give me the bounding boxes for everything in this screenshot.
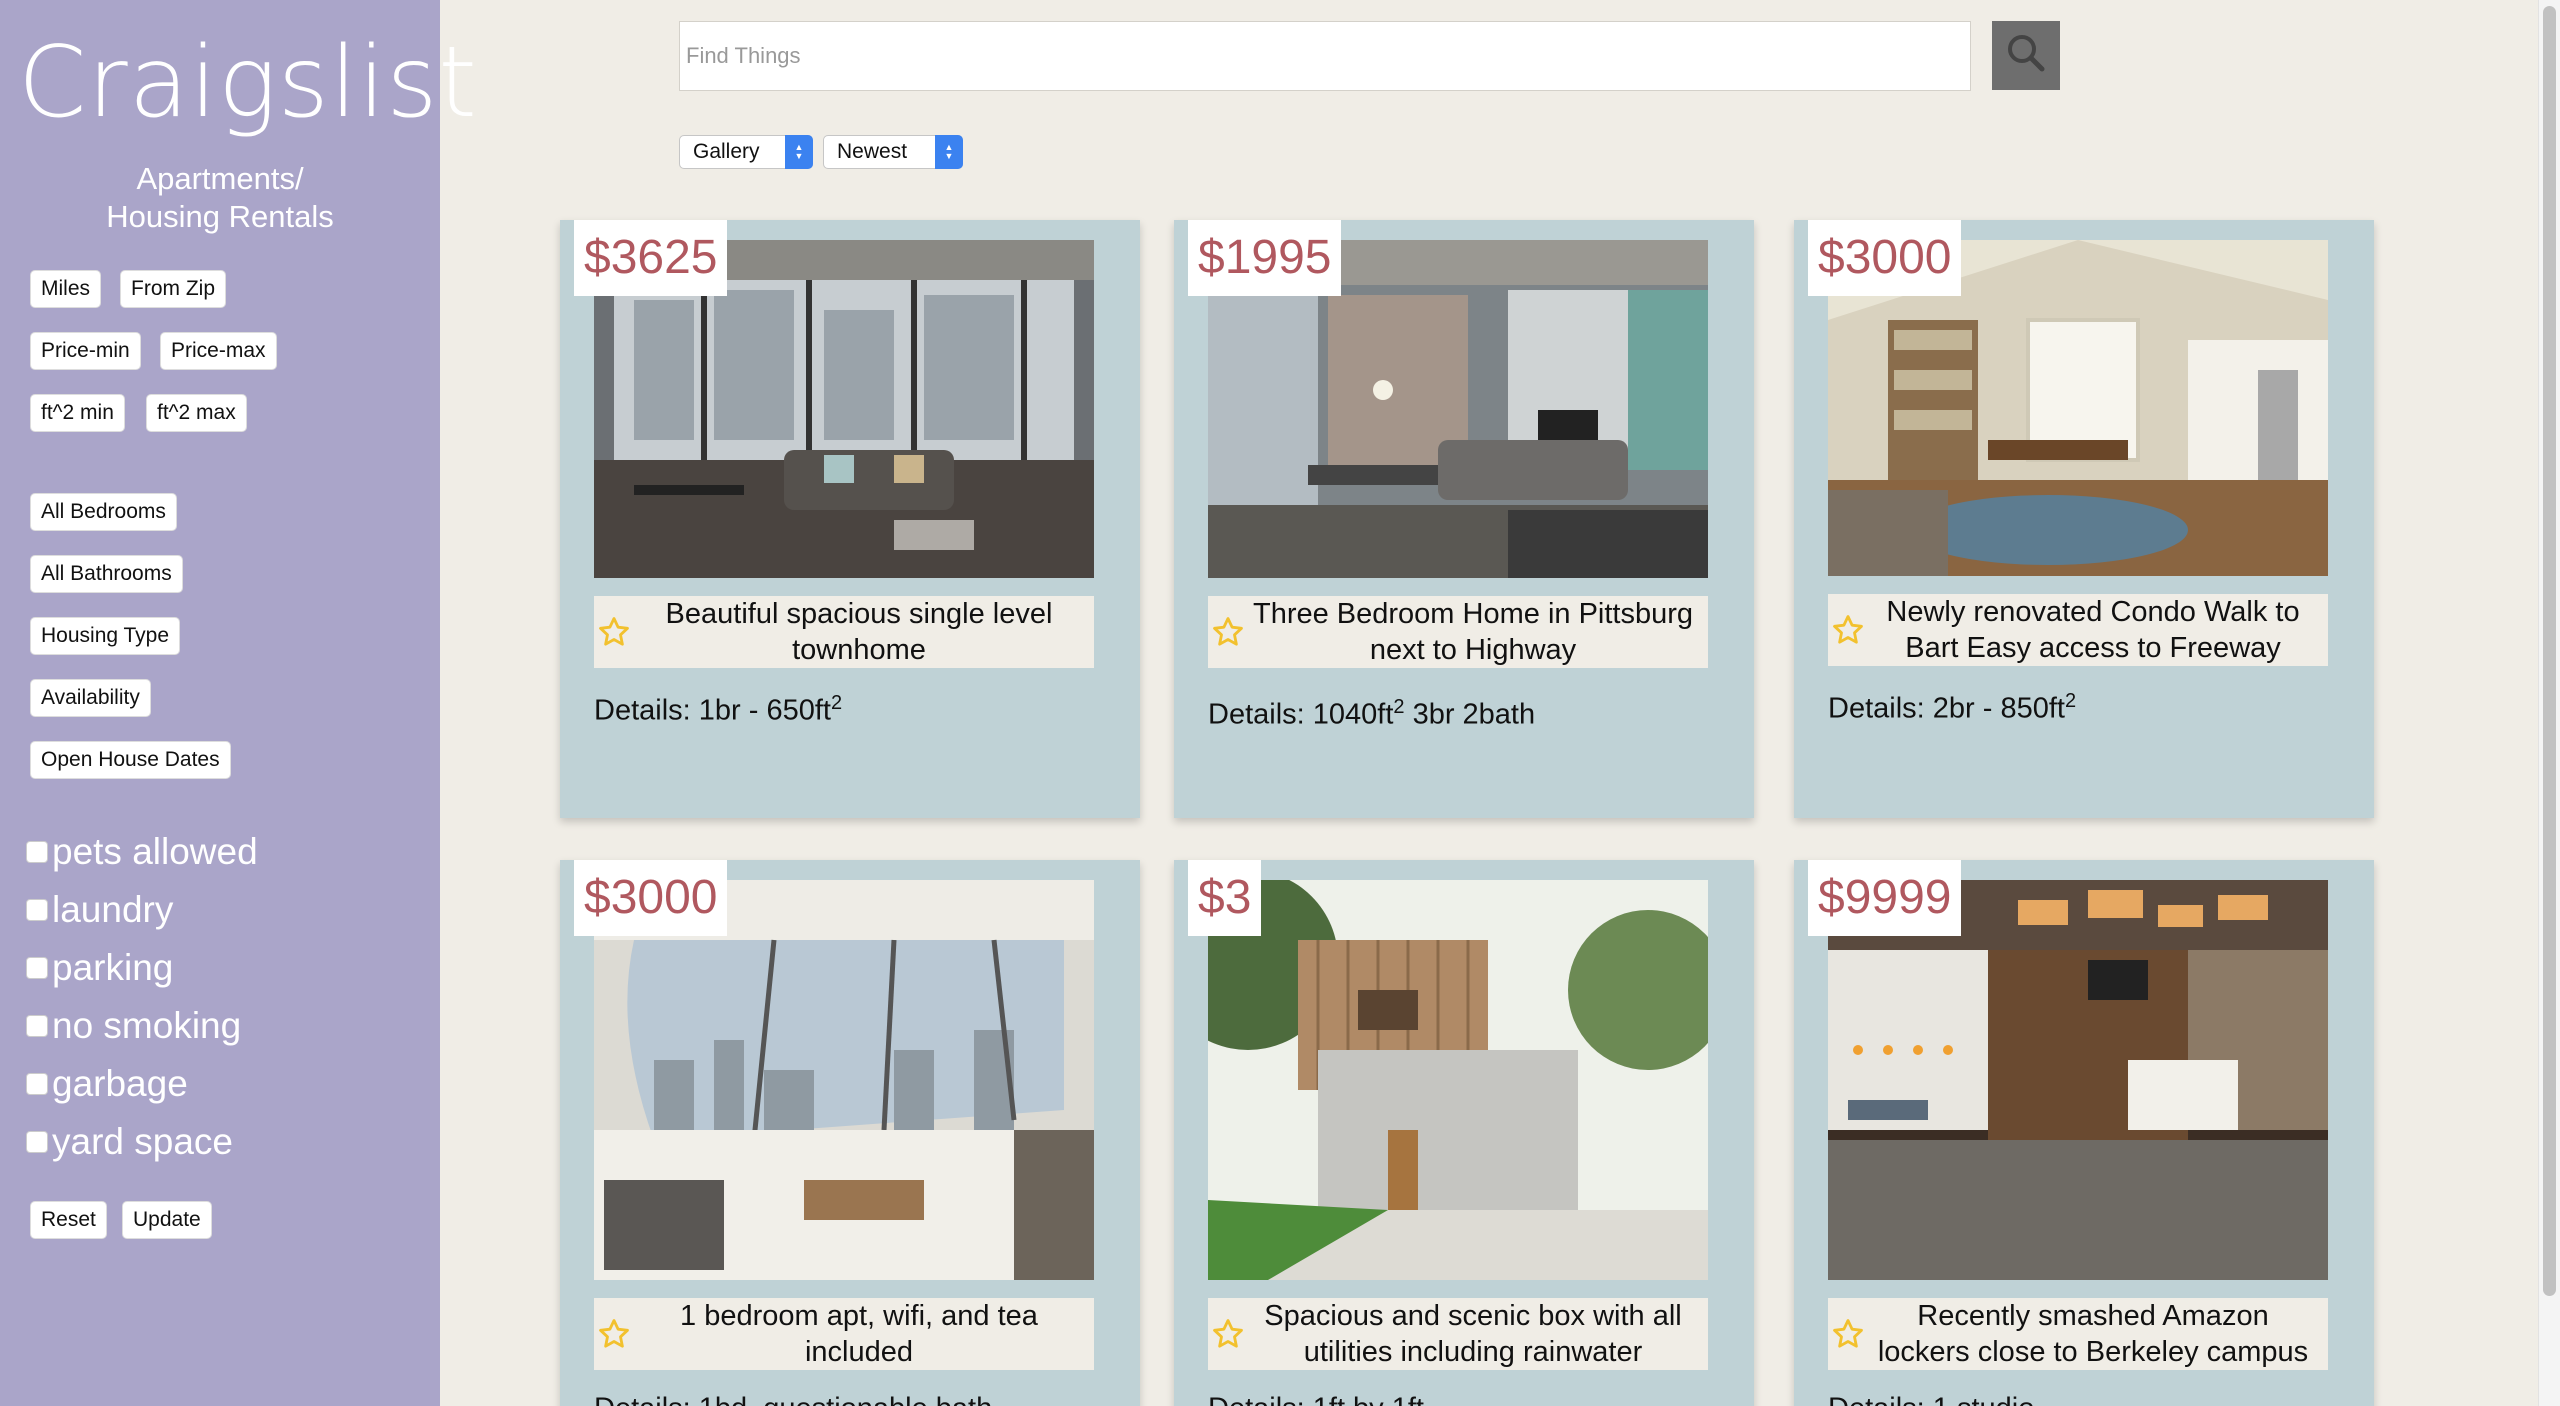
listing-price: $9999: [1808, 860, 1962, 936]
listing-title[interactable]: Three Bedroom Home in Pittsburg next to …: [1248, 596, 1708, 668]
listing-price: $1995: [1188, 220, 1342, 296]
category-line-1: Apartments/: [136, 161, 304, 196]
details-superscript: 2: [1393, 696, 1405, 718]
view-select-value: Gallery: [693, 140, 760, 163]
sqft-max-button[interactable]: ft^2 max: [146, 394, 247, 432]
details-text: Details: 1040ft: [1208, 698, 1394, 731]
details-superscript: 2: [2064, 690, 2077, 712]
listing-details: Details: 2br - 850ft2: [1828, 690, 2076, 726]
open-house-dates-button[interactable]: Open House Dates: [30, 741, 231, 779]
search-input[interactable]: Find Things: [679, 21, 1971, 91]
listing-details: Details: 1bd, questionable bath: [594, 1390, 992, 1406]
checkbox[interactable]: [26, 957, 48, 979]
listing-details: Details: 1040ft2 3br 2bath: [1208, 696, 1535, 732]
listing-price: $3625: [574, 220, 728, 296]
checkbox-laundry[interactable]: laundry: [26, 885, 173, 935]
checkbox-label: pets allowed: [52, 831, 258, 872]
listing-card[interactable]: $3625 Beautiful spacious single level to…: [560, 220, 1140, 818]
price-max-button[interactable]: Price-max: [160, 332, 277, 370]
listing-title[interactable]: Beautiful spacious single level townhome: [634, 596, 1094, 668]
details-text: Details: 2br - 850ft: [1828, 692, 2065, 725]
details-text: Details: 1 studio: [1828, 1393, 2034, 1406]
favorite-star-icon[interactable]: [1208, 615, 1248, 649]
listing-price: $3000: [1808, 220, 1962, 296]
details-superscript: 2: [830, 692, 843, 714]
listing-details: Details: 1br - 650ft2: [594, 692, 842, 728]
details-tail: 3br 2bath: [1404, 698, 1536, 731]
listing-photo[interactable]: [594, 880, 1094, 1280]
favorite-star-icon[interactable]: [594, 615, 634, 649]
sidebar: Craigslist Apartments/ Housing Rentals M…: [0, 0, 477, 1406]
category-heading: Apartments/ Housing Rentals: [0, 160, 440, 236]
reset-button[interactable]: Reset: [30, 1201, 107, 1239]
details-text: Details: 1br - 650ft: [594, 694, 831, 727]
details-text: Details: 1bd, questionable bath: [594, 1393, 992, 1406]
availability-button[interactable]: Availability: [30, 679, 151, 717]
listing-photo[interactable]: [1828, 880, 2328, 1280]
view-select[interactable]: Gallery ▲ ▼: [679, 135, 813, 169]
checkbox-label: parking: [52, 947, 174, 988]
checkbox-label: yard space: [52, 1121, 233, 1162]
listing-card[interactable]: $3000 Newly renovated Condo Walk to Bart…: [1794, 220, 2374, 818]
checkbox[interactable]: [26, 1073, 48, 1095]
sort-select[interactable]: Newest ▲ ▼: [823, 135, 963, 169]
listing-title-bar[interactable]: Recently smashed Amazon lockers close to…: [1828, 1298, 2328, 1370]
checkbox-pets-allowed[interactable]: pets allowed: [26, 827, 258, 877]
checkbox-parking[interactable]: parking: [26, 943, 173, 993]
sqft-min-button[interactable]: ft^2 min: [30, 394, 125, 432]
sort-select-value: Newest: [837, 140, 908, 163]
checkbox-label: laundry: [52, 889, 174, 930]
listing-details: Details: 1ft by 1ft: [1208, 1390, 1424, 1406]
all-bedrooms-button[interactable]: All Bedrooms: [30, 493, 177, 531]
checkbox-label: garbage: [52, 1063, 188, 1104]
listing-price: $3000: [574, 860, 728, 936]
checkbox-garbage[interactable]: garbage: [26, 1059, 188, 1109]
listing-title[interactable]: Spacious and scenic box with all utiliti…: [1248, 1298, 1708, 1370]
listing-price: $3: [1188, 860, 1262, 936]
listing-title[interactable]: Recently smashed Amazon lockers close to…: [1868, 1298, 2328, 1370]
listing-card[interactable]: $1995 Three Bedroom Home in Pittsburg ne…: [1174, 220, 1754, 818]
miles-button[interactable]: Miles: [30, 270, 102, 308]
favorite-star-icon[interactable]: [1208, 1317, 1248, 1351]
checkbox[interactable]: [26, 1131, 48, 1153]
listing-title[interactable]: Newly renovated Condo Walk to Bart Easy …: [1868, 594, 2328, 666]
checkbox-no-smoking[interactable]: no smoking: [26, 1001, 241, 1051]
listing-photo[interactable]: [1208, 880, 1708, 1280]
site-logo[interactable]: Craigslist: [18, 28, 477, 138]
checkbox[interactable]: [26, 841, 48, 863]
listing-card[interactable]: $3 Spacious and scenic box with all util…: [1174, 860, 1754, 1406]
favorite-star-icon[interactable]: [594, 1317, 634, 1351]
category-line-2: Housing Rentals: [106, 199, 334, 234]
details-text: Details: 1ft by 1ft: [1208, 1393, 1424, 1406]
select-arrows-icon: ▲ ▼: [935, 135, 963, 169]
listing-title-bar[interactable]: 1 bedroom apt, wifi, and tea included: [594, 1298, 1094, 1370]
listing-title-bar[interactable]: Three Bedroom Home in Pittsburg next to …: [1208, 596, 1708, 668]
all-bathrooms-button[interactable]: All Bathrooms: [30, 555, 183, 593]
search-button[interactable]: [1992, 21, 2060, 90]
vertical-scrollbar[interactable]: [2538, 0, 2560, 1406]
update-button[interactable]: Update: [122, 1201, 212, 1239]
search-icon: [2004, 31, 2048, 80]
favorite-star-icon[interactable]: [1828, 613, 1868, 647]
favorite-star-icon[interactable]: [1828, 1317, 1868, 1351]
listing-card[interactable]: $3000 1 bedroom apt, wifi, and tea inclu…: [560, 860, 1140, 1406]
select-arrows-icon: ▲ ▼: [785, 135, 813, 169]
checkbox[interactable]: [26, 899, 48, 921]
housing-type-button[interactable]: Housing Type: [30, 617, 181, 655]
checkbox-yard-space[interactable]: yard space: [26, 1117, 233, 1167]
scrollbar-thumb[interactable]: [2543, 6, 2556, 1296]
listing-details: Details: 1 studio: [1828, 1390, 2034, 1406]
listing-title-bar[interactable]: Beautiful spacious single level townhome: [594, 596, 1094, 668]
checkbox-label: no smoking: [52, 1005, 242, 1046]
listing-card[interactable]: $9999 Recently smashed Amazon lockers cl…: [1794, 860, 2374, 1406]
listing-title-bar[interactable]: Newly renovated Condo Walk to Bart Easy …: [1828, 594, 2328, 666]
price-min-button[interactable]: Price-min: [30, 332, 141, 370]
checkbox[interactable]: [26, 1015, 48, 1037]
listing-title[interactable]: 1 bedroom apt, wifi, and tea included: [634, 1298, 1094, 1370]
listing-title-bar[interactable]: Spacious and scenic box with all utiliti…: [1208, 1298, 1708, 1370]
from-zip-button[interactable]: From Zip: [120, 270, 226, 308]
